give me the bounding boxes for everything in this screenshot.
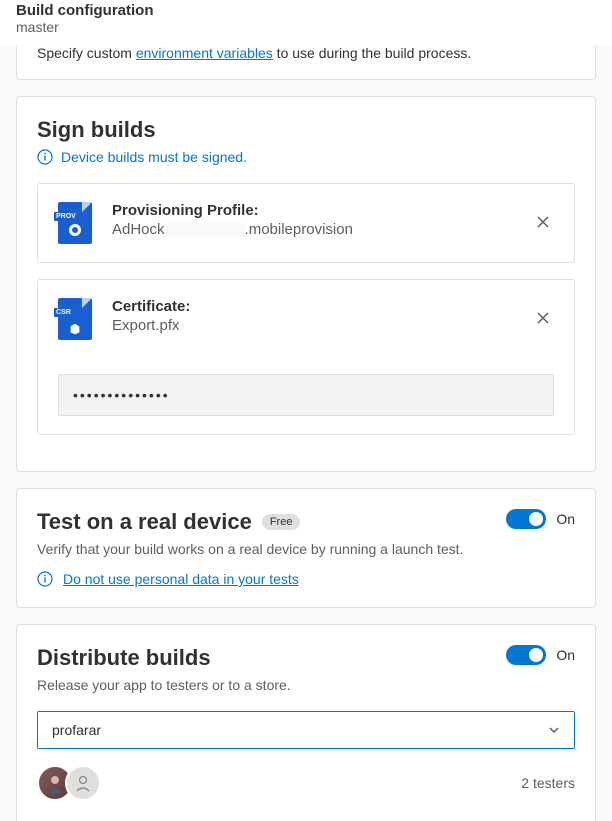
distribute-group-select[interactable]: profarar xyxy=(37,711,575,749)
distribute-toggle-label: On xyxy=(556,647,575,663)
test-toggle-label: On xyxy=(556,511,575,527)
cert-filename: Export.pfx xyxy=(112,317,512,334)
test-info-row: Do not use personal data in your tests xyxy=(37,571,575,587)
env-text-suffix: to use during the build process. xyxy=(273,45,471,61)
prov-file-info: Provisioning Profile: AdHock .mobileprovi… xyxy=(112,202,512,238)
prov-label: Provisioning Profile: xyxy=(112,202,512,219)
close-icon xyxy=(536,215,550,229)
free-badge: Free xyxy=(262,514,301,530)
distribute-toggle[interactable] xyxy=(506,645,546,665)
testers-row: 2 testers xyxy=(37,765,575,801)
distribute-card: Distribute builds Release your app to te… xyxy=(16,624,596,821)
page-header: Build configuration master xyxy=(0,0,612,45)
branch-name: master xyxy=(16,19,596,35)
test-device-card: Test on a real device Free Verify that y… xyxy=(16,488,596,608)
remove-prov-button[interactable] xyxy=(532,211,554,236)
cert-label: Certificate: xyxy=(112,298,512,315)
test-subtitle: Verify that your build works on a real d… xyxy=(37,541,463,557)
env-text-prefix: Specify custom xyxy=(37,45,136,61)
distribute-title: Distribute builds xyxy=(37,645,291,671)
test-title: Test on a real device xyxy=(37,509,252,535)
cert-file-info: Certificate: Export.pfx xyxy=(112,298,512,334)
chevron-down-icon xyxy=(548,724,560,736)
prov-prefix: AdHock xyxy=(112,221,165,238)
cert-password-input[interactable] xyxy=(58,374,554,416)
distribute-selected: profarar xyxy=(52,722,101,738)
cert-file-icon: CSR xyxy=(58,298,92,340)
sign-info-text: Device builds must be signed. xyxy=(61,149,247,165)
testers-count: 2 testers xyxy=(521,775,575,791)
distribute-subtitle: Release your app to testers or to a stor… xyxy=(37,677,291,693)
info-icon xyxy=(37,571,53,587)
sign-builds-card: Sign builds Device builds must be signed… xyxy=(16,96,596,472)
test-toggle[interactable] xyxy=(506,509,546,529)
close-icon xyxy=(536,311,550,325)
personal-data-link[interactable]: Do not use personal data in your tests xyxy=(63,571,299,587)
avatar xyxy=(65,765,101,801)
sign-builds-title: Sign builds xyxy=(37,117,575,143)
prov-suffix: .mobileprovision xyxy=(245,221,353,238)
remove-cert-button[interactable] xyxy=(532,307,554,332)
prov-filename: AdHock .mobileprovision xyxy=(112,221,512,238)
provisioning-profile-box: PROV Provisioning Profile: AdHock .mobile… xyxy=(37,183,575,263)
sign-info-row: Device builds must be signed. xyxy=(37,149,575,165)
page-title: Build configuration xyxy=(16,2,596,19)
certificate-box: CSR Certificate: Export.pfx xyxy=(37,279,575,435)
prov-file-icon: PROV xyxy=(58,202,92,244)
env-variables-link[interactable]: environment variables xyxy=(136,45,273,61)
env-variables-card: Specify custom environment variables to … xyxy=(16,45,596,80)
prov-redacted xyxy=(165,223,245,237)
info-icon xyxy=(37,149,53,165)
